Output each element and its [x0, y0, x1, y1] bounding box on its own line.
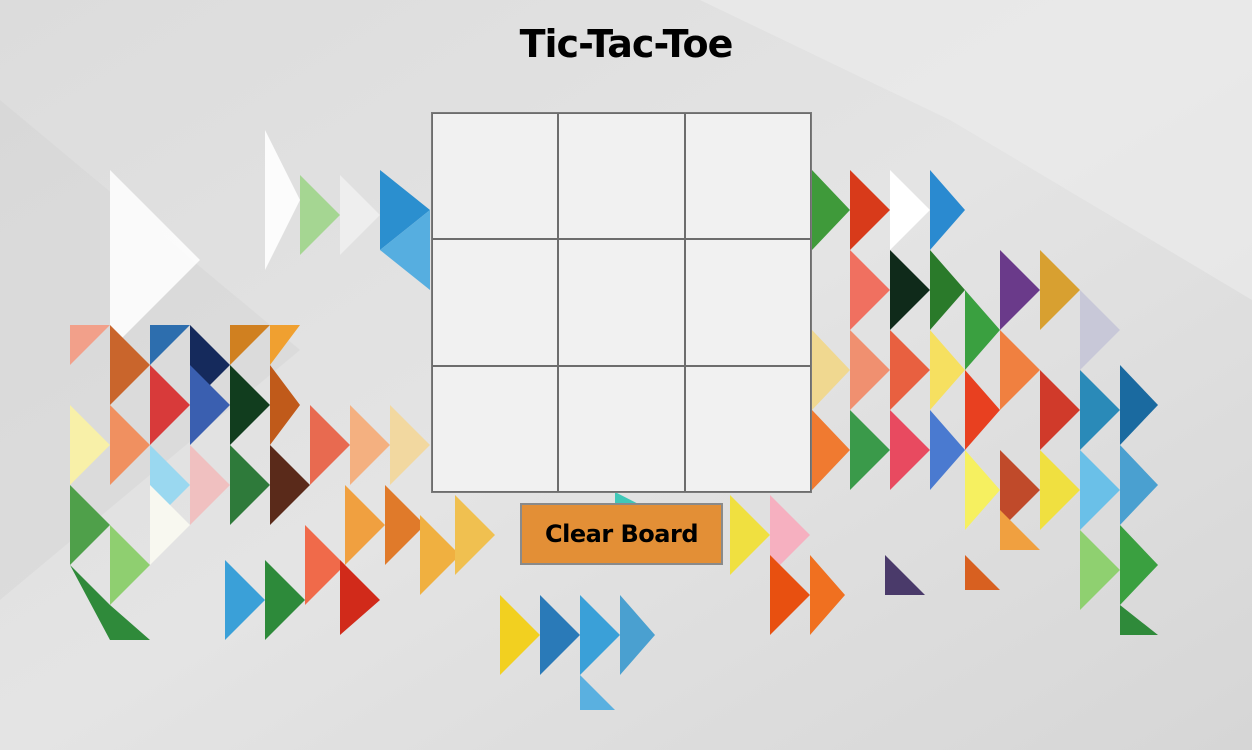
page-title: Tic-Tac-Toe	[519, 22, 734, 66]
board-cell-1[interactable]	[432, 113, 559, 240]
game-page: Tic-Tac-Toe Clear Board	[0, 0, 1252, 750]
board-cell-7[interactable]	[432, 365, 559, 492]
game-board	[431, 112, 812, 493]
board-cell-5[interactable]	[558, 239, 685, 366]
board-cell-3[interactable]	[684, 113, 811, 240]
clear-board-button[interactable]: Clear Board	[520, 503, 723, 565]
board-cell-8[interactable]	[558, 365, 685, 492]
board-cell-4[interactable]	[432, 239, 559, 366]
board-cell-2[interactable]	[558, 113, 685, 240]
board-cell-6[interactable]	[684, 239, 811, 366]
board-cell-9[interactable]	[684, 365, 811, 492]
